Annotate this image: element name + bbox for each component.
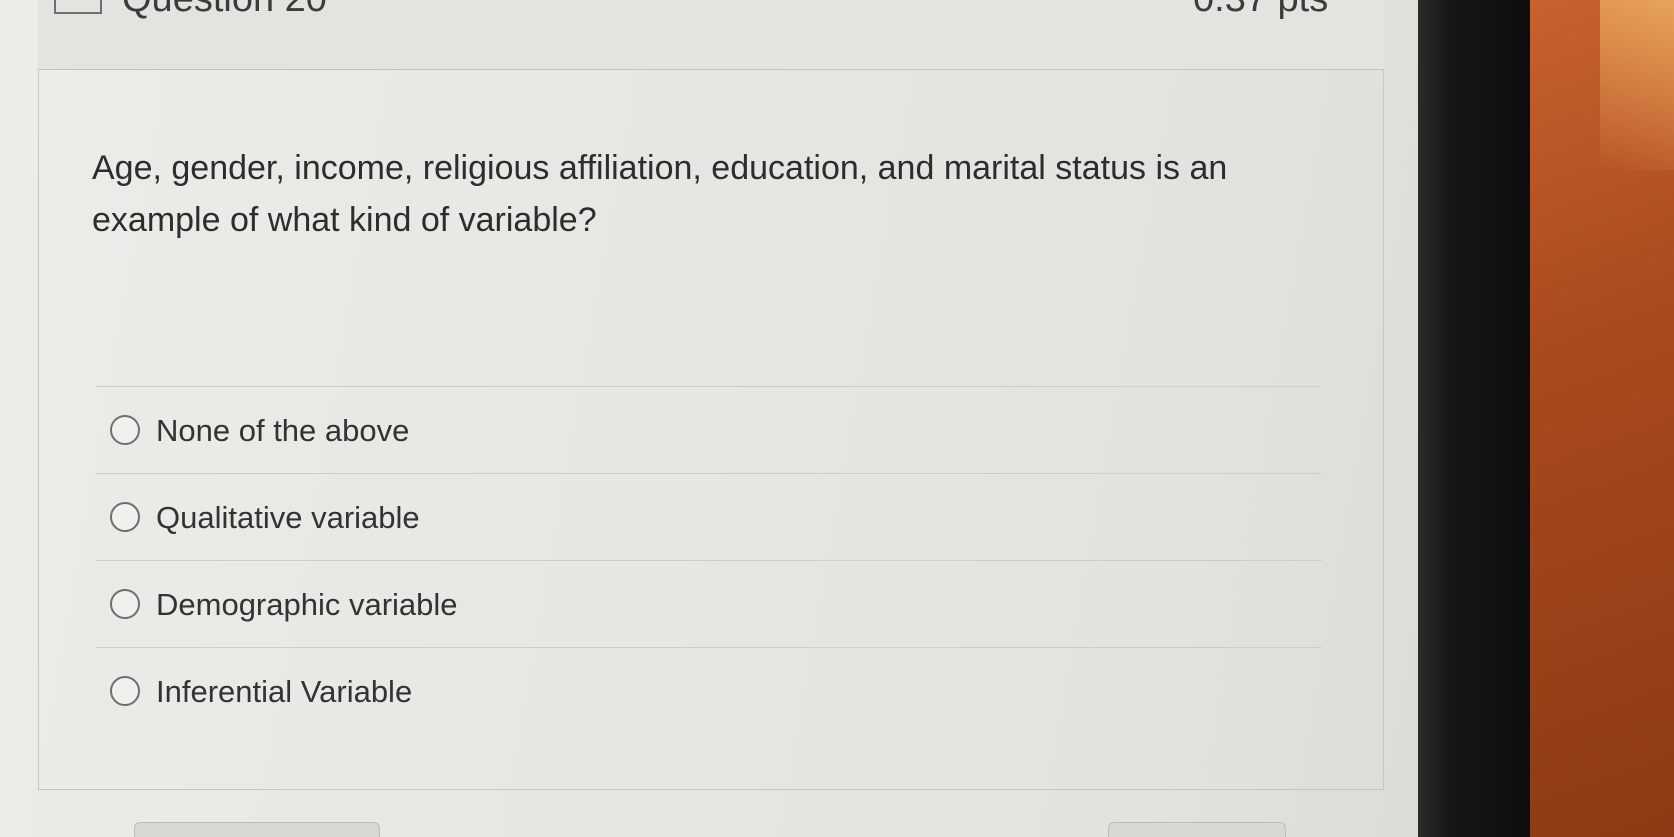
radio-button-icon[interactable] (110, 415, 140, 445)
answer-option[interactable]: Inferential Variable (96, 647, 1322, 734)
question-points: 0.37 pts (1193, 0, 1328, 21)
answer-list: None of the above Qualitative variable D… (96, 386, 1322, 734)
answer-label[interactable]: Inferential Variable (156, 674, 412, 710)
answer-label[interactable]: Qualitative variable (156, 500, 420, 536)
answer-option[interactable]: Demographic variable (96, 560, 1322, 647)
question-text: Age, gender, income, religious affiliati… (92, 149, 1228, 239)
radio-button-icon[interactable] (110, 589, 140, 619)
answer-option[interactable]: None of the above (96, 386, 1322, 473)
next-button[interactable] (1108, 822, 1286, 837)
radio-button-icon[interactable] (110, 502, 140, 532)
answer-option[interactable]: Qualitative variable (96, 473, 1322, 560)
wall-light (1600, 0, 1674, 170)
monitor-bezel (1418, 0, 1530, 837)
flag-icon[interactable] (54, 0, 102, 14)
question-title: Question 20 (122, 0, 327, 21)
answer-label[interactable]: Demographic variable (156, 587, 458, 623)
radio-button-icon[interactable] (110, 676, 140, 706)
answer-label[interactable]: None of the above (156, 413, 409, 449)
previous-button[interactable] (134, 822, 380, 837)
